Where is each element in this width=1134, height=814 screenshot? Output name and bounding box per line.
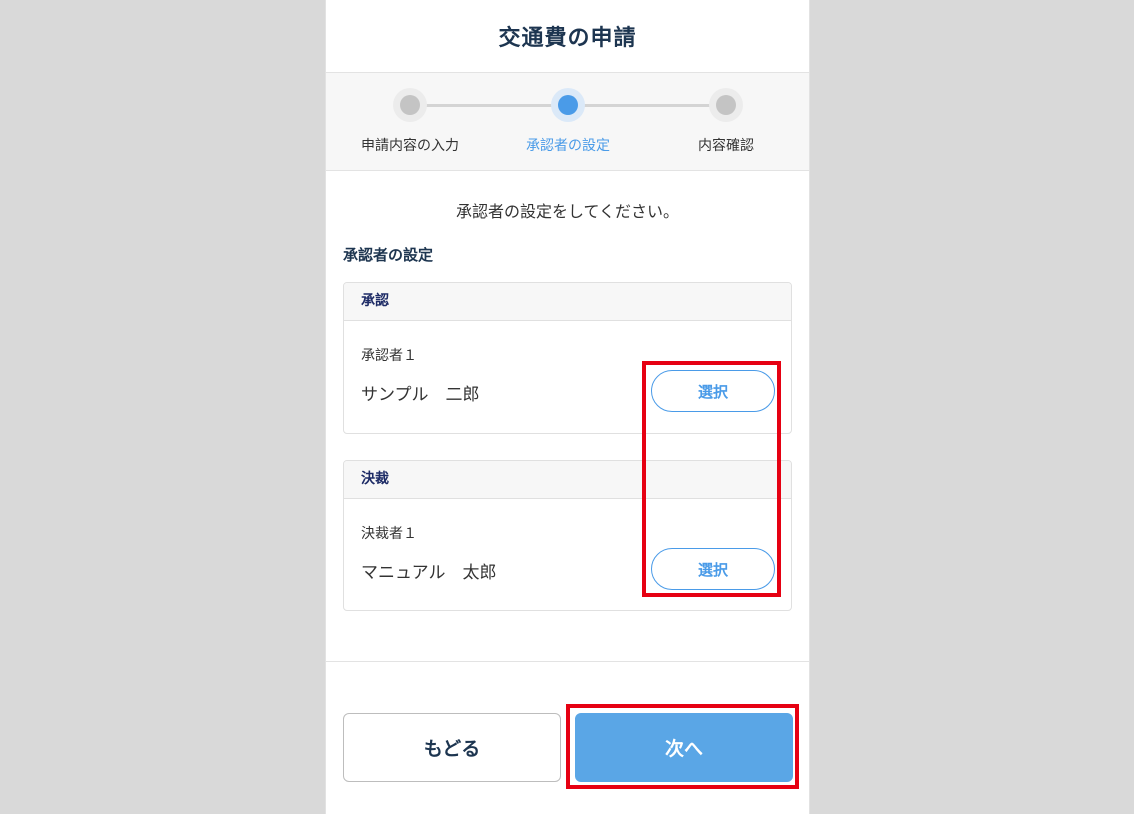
app-header: 交通費の申請 [326,0,809,73]
step-connector-2 [568,104,726,107]
approval-card: 承認 承認者１ サンプル 二郎 選択 [343,282,792,434]
final-approver-role-label: 決裁者１ [361,526,417,542]
instruction-text: 承認者の設定をしてください。 [455,202,680,221]
final-approval-card-heading: 決裁 [344,461,791,499]
step-label-confirm: 内容確認 [698,138,754,154]
back-button[interactable]: もどる [343,713,561,782]
step-label-approver: 承認者の設定 [526,138,610,154]
step-indicator-approver [558,95,578,115]
approver-name: サンプル 二郎 [361,385,480,405]
section-title: 承認者の設定 [343,246,434,264]
approval-card-heading: 承認 [344,283,791,321]
page-title: 交通費の申請 [498,26,637,51]
app-panel: 交通費の申請 申請内容の入力 承認者の設定 内容確認 承認者の設定をしてください… [325,0,810,814]
select-final-approver-button[interactable]: 選択 [651,548,775,590]
next-button[interactable]: 次へ [575,713,793,782]
approver-role-label: 承認者１ [361,348,417,364]
final-approval-card: 決裁 決裁者１ マニュアル 太郎 選択 [343,460,792,611]
final-approver-name: マニュアル 太郎 [361,563,497,583]
progress-stepper: 申請内容の入力 承認者の設定 内容確認 [326,73,809,171]
step-label-input: 申請内容の入力 [361,138,459,154]
footer-divider [326,661,809,662]
step-connector-1 [410,104,568,107]
step-indicator-confirm [716,95,736,115]
step-indicator-input [400,95,420,115]
select-approver-button[interactable]: 選択 [651,370,775,412]
